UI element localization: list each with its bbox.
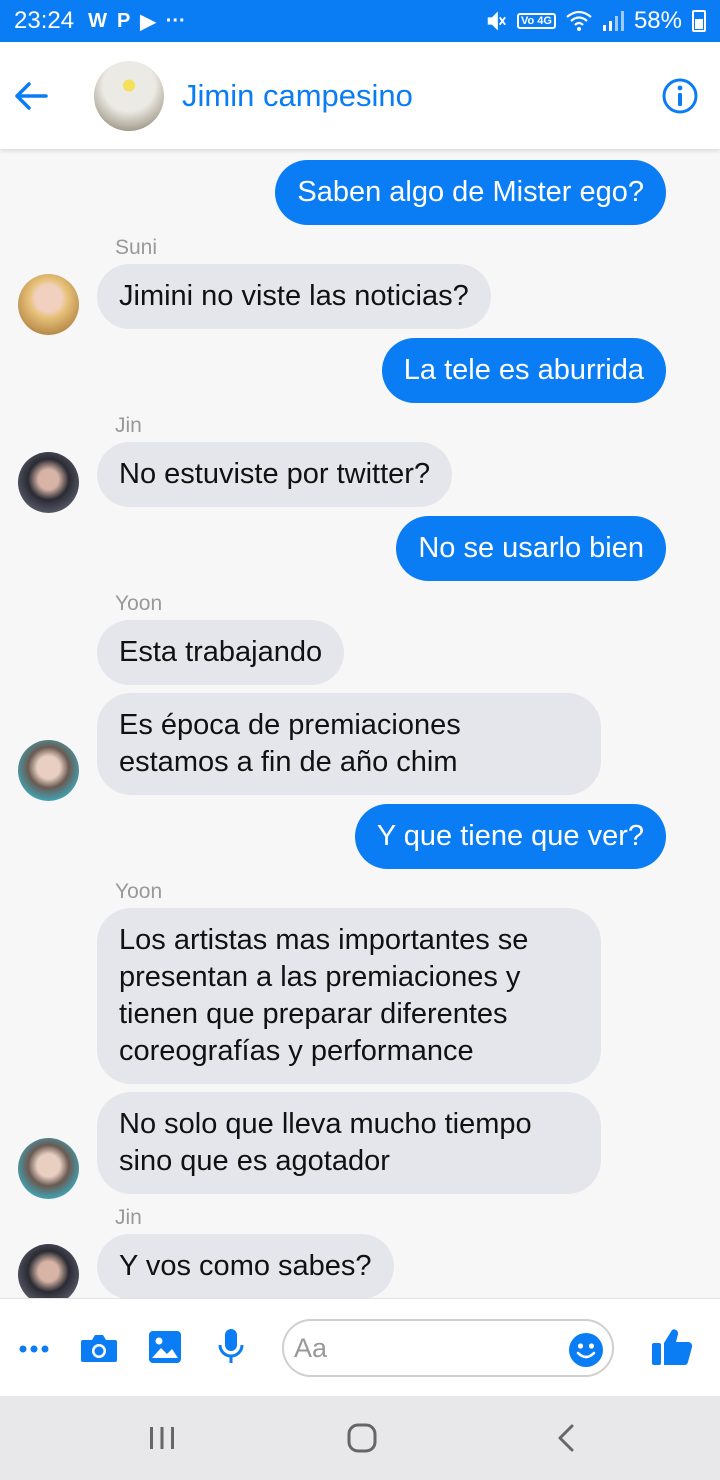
avatar[interactable]: [18, 740, 79, 801]
emoji-button[interactable]: [568, 1332, 604, 1368]
microphone-icon: [218, 1329, 244, 1363]
incoming-message[interactable]: Jimini no viste las noticias?: [97, 264, 491, 329]
message-line: coreografías y performance: [119, 1035, 474, 1067]
message-input-wrap[interactable]: [282, 1319, 614, 1377]
sender-name: Jin: [115, 1206, 142, 1229]
nav-back-button[interactable]: [546, 1418, 586, 1458]
message-line: tienen que preparar diferentes: [119, 998, 508, 1030]
incoming-message[interactable]: Los artistas mas importantes se presenta…: [97, 908, 601, 1084]
more-notifications-icon: ···: [165, 9, 186, 32]
message-input[interactable]: [294, 1332, 544, 1364]
home-button[interactable]: [342, 1418, 382, 1458]
message-line: sino que es agotador: [119, 1145, 390, 1177]
battery-icon: [692, 10, 706, 32]
message-line: presentan a las premiaciones y: [119, 961, 521, 993]
avatar[interactable]: [18, 452, 79, 513]
image-icon: [149, 1331, 181, 1363]
microphone-button[interactable]: [211, 1325, 251, 1369]
message-line: estamos a fin de año chim: [119, 746, 458, 778]
avatar[interactable]: [18, 1244, 79, 1298]
home-icon: [347, 1423, 377, 1453]
back-button[interactable]: [0, 65, 62, 127]
message-text: Esta trabajando: [119, 636, 323, 668]
message-thread[interactable]: Saben algo de Mister ego? Suni Jimini no…: [0, 150, 720, 1298]
info-icon: [662, 78, 698, 113]
recents-icon: [150, 1427, 174, 1449]
youtube-icon: ▶: [140, 10, 156, 33]
more-icon: [19, 1345, 49, 1353]
avatar[interactable]: [18, 1138, 79, 1199]
message-text: Jimini no viste las noticias?: [119, 280, 469, 312]
incoming-message[interactable]: No estuviste por twitter?: [97, 442, 453, 507]
status-bar: 23:24 W P ▶ ··· Vo 4G 58%: [0, 0, 720, 42]
outgoing-message[interactable]: La tele es aburrida: [381, 338, 666, 403]
system-icons: Vo 4G 58%: [485, 7, 706, 35]
avatar[interactable]: [18, 274, 79, 335]
pinterest-icon: P: [116, 9, 131, 32]
incoming-message[interactable]: No solo que lleva mucho tiempo sino que …: [97, 1092, 601, 1194]
conversation-avatar[interactable]: [94, 60, 164, 131]
message-text: Y que tiene que ver?: [376, 820, 644, 852]
sender-name: Yoon: [115, 592, 163, 615]
sender-name: Yoon: [115, 880, 163, 903]
recents-button[interactable]: [142, 1418, 182, 1458]
battery-percent: 58%: [633, 7, 682, 34]
composer-bar: [0, 1298, 720, 1396]
conversation-header: Jimin campesino: [0, 42, 720, 150]
incoming-message[interactable]: Es época de premiaciones estamos a fin d…: [97, 693, 601, 795]
message-text: No se usarlo bien: [418, 532, 644, 564]
message-text: La tele es aburrida: [403, 354, 644, 386]
gallery-button[interactable]: [145, 1327, 185, 1367]
more-button[interactable]: [14, 1329, 54, 1369]
camera-icon: [81, 1335, 117, 1362]
outgoing-message[interactable]: Y que tiene que ver?: [354, 804, 666, 869]
chevron-left-icon: [558, 1424, 574, 1452]
message-line: Los artistas mas importantes se: [119, 924, 529, 956]
volte-icon: Vo 4G: [516, 13, 556, 29]
thumbs-up-icon: [652, 1329, 693, 1366]
wattpad-icon: W: [88, 9, 107, 32]
wifi-icon: [566, 10, 592, 31]
sender-name: Suni: [115, 236, 158, 259]
incoming-message[interactable]: Esta trabajando: [97, 620, 345, 685]
message-text: Saben algo de Mister ego?: [297, 176, 644, 208]
outgoing-message[interactable]: Saben algo de Mister ego?: [275, 160, 666, 225]
message-line: Es época de premiaciones: [119, 709, 461, 741]
outgoing-message[interactable]: No se usarlo bien: [396, 516, 666, 581]
message-text: No estuviste por twitter?: [119, 458, 431, 490]
info-button[interactable]: [660, 76, 700, 116]
camera-button[interactable]: [78, 1327, 120, 1369]
smiley-icon: [569, 1333, 603, 1367]
sender-name: Jin: [115, 414, 142, 437]
incoming-message[interactable]: Y vos como sabes?: [97, 1234, 394, 1298]
mute-icon: [487, 11, 506, 31]
notification-icons: W P ▶ ···: [88, 9, 186, 34]
status-time: 23:24: [14, 7, 75, 34]
signal-icon: [602, 11, 624, 31]
message-text: Y vos como sabes?: [119, 1250, 372, 1282]
conversation-title[interactable]: Jimin campesino: [182, 78, 413, 114]
like-button[interactable]: [648, 1323, 696, 1371]
system-navigation-bar: [0, 1396, 720, 1480]
message-line: No solo que lleva mucho tiempo: [119, 1108, 532, 1140]
arrow-left-icon: [15, 81, 48, 110]
